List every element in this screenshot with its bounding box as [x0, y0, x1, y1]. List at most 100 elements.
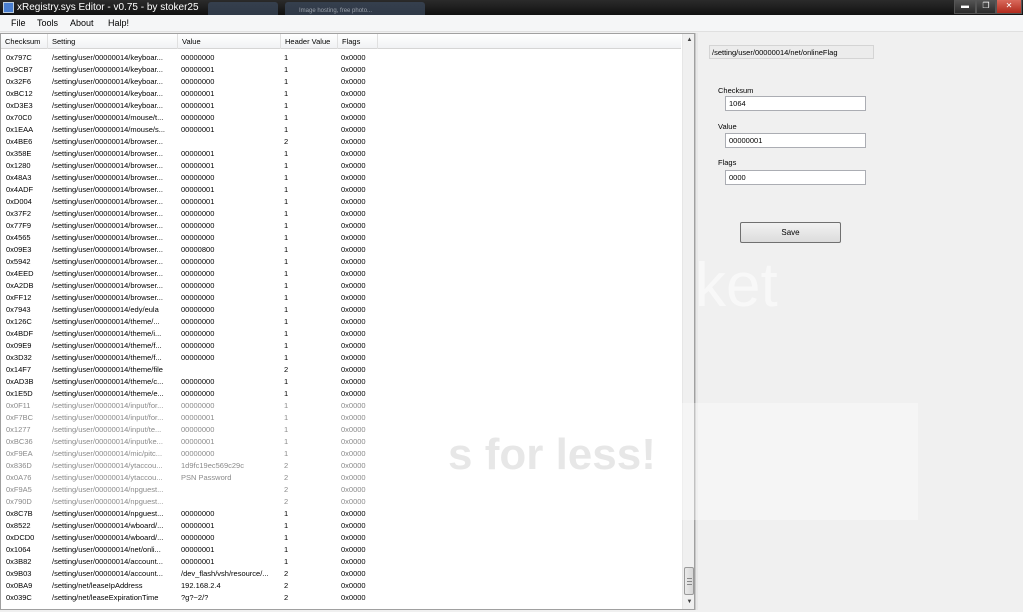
row-setting: /setting/user/00000014/theme/c... [52, 377, 164, 386]
row-setting: /setting/net/leaseIpAddress [52, 581, 143, 590]
row-setting: /setting/user/00000014/mic/pitc... [52, 449, 163, 458]
row-header-value: 1 [284, 293, 289, 302]
menu-file[interactable]: File [8, 15, 29, 32]
table-row[interactable]: 0x37F2/setting/user/00000014/browser... 0… [1, 208, 681, 220]
vertical-scrollbar[interactable]: ▲ ▼ [682, 34, 694, 609]
table-row[interactable]: 0x77F9/setting/user/00000014/browser... 0… [1, 220, 681, 232]
row-value: /dev_flash/vsh/resource/... [181, 569, 269, 578]
row-flags: 0x0000 [341, 545, 366, 554]
flags-field[interactable]: 0000 [725, 170, 866, 185]
column-flags[interactable]: Flags [338, 34, 378, 49]
row-flags: 0x0000 [341, 209, 366, 218]
table-row[interactable]: 0xFF12/setting/user/00000014/browser... 0… [1, 292, 681, 304]
menu-about[interactable]: About [67, 15, 97, 32]
row-value: 00000001 [181, 521, 215, 530]
table-row[interactable]: 0x126C/setting/user/00000014/theme/... 00… [1, 316, 681, 328]
table-row[interactable]: 0x0BA9/setting/net/leaseIpAddress 192.168… [1, 580, 681, 592]
row-setting: /setting/user/00000014/browser... [52, 281, 163, 290]
row-setting: /setting/user/00000014/theme/f... [52, 353, 162, 362]
scroll-up-arrow-icon[interactable]: ▲ [683, 34, 694, 47]
row-header-value: 1 [284, 125, 289, 134]
table-row[interactable]: 0x4EED/setting/user/00000014/browser... 0… [1, 268, 681, 280]
row-flags: 0x0000 [341, 269, 366, 278]
table-row[interactable]: 0x4ADF/setting/user/00000014/browser... 0… [1, 184, 681, 196]
row-flags: 0x0000 [341, 557, 366, 566]
close-button[interactable]: ✕ [996, 0, 1022, 14]
table-row[interactable]: 0x48A3/setting/user/00000014/browser... 0… [1, 172, 681, 184]
table-row[interactable]: 0x8522/setting/user/00000014/wboard/... 0… [1, 520, 681, 532]
table-row[interactable]: 0x7943/setting/user/00000014/edy/eula 000… [1, 304, 681, 316]
row-setting: /setting/user/00000014/mouse/t... [52, 113, 164, 122]
table-row[interactable]: 0x9CB7/setting/user/00000014/keyboar... 0… [1, 64, 681, 76]
value-field[interactable]: 00000001 [725, 133, 866, 148]
menu-tools[interactable]: Tools [34, 15, 61, 32]
table-row[interactable]: 0x4BDF/setting/user/00000014/theme/i... 0… [1, 328, 681, 340]
table-row[interactable]: 0x3D32/setting/user/00000014/theme/f... 0… [1, 352, 681, 364]
table-row[interactable]: 0x1064/setting/user/00000014/net/onli...… [1, 544, 681, 556]
row-checksum: 0x7943 [6, 305, 31, 314]
row-checksum: 0x77F9 [6, 221, 32, 230]
column-value[interactable]: Value [178, 34, 281, 49]
table-row[interactable]: 0x797C/setting/user/00000014/keyboar... 0… [1, 52, 681, 64]
minimize-button[interactable]: ▬ [954, 0, 976, 14]
detail-panel: /setting/user/00000014/net/onlineFlag Ch… [698, 33, 1023, 610]
table-row[interactable]: 0x32F6/setting/user/00000014/keyboar... 0… [1, 76, 681, 88]
column-header-value[interactable]: Header Value [281, 34, 338, 49]
table-row[interactable]: 0xD3E3/setting/user/00000014/keyboar... 0… [1, 100, 681, 112]
table-row[interactable]: 0x3B82/setting/user/00000014/account... 0… [1, 556, 681, 568]
scroll-down-arrow-icon[interactable]: ▼ [683, 596, 694, 609]
table-row[interactable]: 0x358E/setting/user/00000014/browser... 0… [1, 148, 681, 160]
column-checksum[interactable]: Checksum [1, 34, 48, 49]
row-setting: /setting/user/00000014/browser... [52, 197, 163, 206]
row-flags: 0x0000 [341, 341, 366, 350]
row-header-value: 1 [284, 245, 289, 254]
column-setting[interactable]: Setting [48, 34, 178, 49]
row-setting: /setting/user/00000014/browser... [52, 173, 163, 182]
row-header-value: 1 [284, 269, 289, 278]
row-checksum: 0x09E9 [6, 341, 32, 350]
table-row[interactable]: 0x4565/setting/user/00000014/browser... 0… [1, 232, 681, 244]
row-flags: 0x0000 [341, 593, 366, 602]
table-row[interactable]: 0xAD3B/setting/user/00000014/theme/c... 0… [1, 376, 681, 388]
row-header-value: 1 [284, 173, 289, 182]
row-checksum: 0xFF12 [6, 293, 32, 302]
scroll-thumb[interactable] [684, 567, 694, 595]
row-value: 00000000 [181, 113, 215, 122]
save-button[interactable]: Save [740, 222, 841, 243]
table-row[interactable]: 0x1280/setting/user/00000014/browser... 0… [1, 160, 681, 172]
table-row[interactable]: 0x1E5D/setting/user/00000014/theme/e... 0… [1, 388, 681, 400]
menu-halp[interactable]: Halp! [105, 15, 132, 32]
row-header-value: 1 [284, 221, 289, 230]
table-row[interactable]: 0x09E9/setting/user/00000014/theme/f... 0… [1, 340, 681, 352]
table-row[interactable]: 0x1EAA/setting/user/00000014/mouse/s... 0… [1, 124, 681, 136]
table-row[interactable]: 0x4BE6/setting/user/00000014/browser... 2… [1, 136, 681, 148]
row-value: 00000000 [181, 401, 215, 410]
maximize-button[interactable]: ❐ [976, 0, 996, 14]
row-value: ?g?~2/? [181, 593, 209, 602]
title-bar: xRegistry.sys Editor - v0.75 - by stoker… [0, 0, 1023, 15]
row-header-value: 2 [284, 485, 289, 494]
table-row[interactable]: 0x5942/setting/user/00000014/browser... 0… [1, 256, 681, 268]
table-row[interactable]: 0x70C0/setting/user/00000014/mouse/t... 0… [1, 112, 681, 124]
row-checksum: 0x039C [6, 593, 32, 602]
row-setting: /setting/user/00000014/account... [52, 569, 163, 578]
table-row[interactable]: 0x09E3/setting/user/00000014/browser... 0… [1, 244, 681, 256]
row-value: 00000001 [181, 101, 215, 110]
table-row[interactable]: 0xDCD0/setting/user/00000014/wboard/... 0… [1, 532, 681, 544]
table-row[interactable]: 0xBC12/setting/user/00000014/keyboar... 0… [1, 88, 681, 100]
row-value: 00000800 [181, 245, 215, 254]
table-row[interactable]: 0x9B03/setting/user/00000014/account... /… [1, 568, 681, 580]
checksum-field[interactable]: 1064 [725, 96, 866, 111]
row-header-value: 2 [284, 365, 289, 374]
table-row[interactable]: 0x14F7/setting/user/00000014/theme/file 2… [1, 364, 681, 376]
checksum-label: Checksum [718, 86, 754, 95]
table-row[interactable]: 0xA2DB/setting/user/00000014/browser... 0… [1, 280, 681, 292]
row-flags: 0x0000 [341, 425, 366, 434]
row-checksum: 0x0F11 [6, 401, 31, 410]
table-row[interactable]: 0x039C/setting/net/leaseExpirationTime ?g… [1, 592, 681, 604]
row-flags: 0x0000 [341, 353, 366, 362]
row-flags: 0x0000 [341, 221, 366, 230]
row-header-value: 2 [284, 473, 289, 482]
table-row[interactable]: 0xD004/setting/user/00000014/browser... 0… [1, 196, 681, 208]
registry-list[interactable]: Checksum Setting Value Header Value Flag… [0, 33, 695, 610]
